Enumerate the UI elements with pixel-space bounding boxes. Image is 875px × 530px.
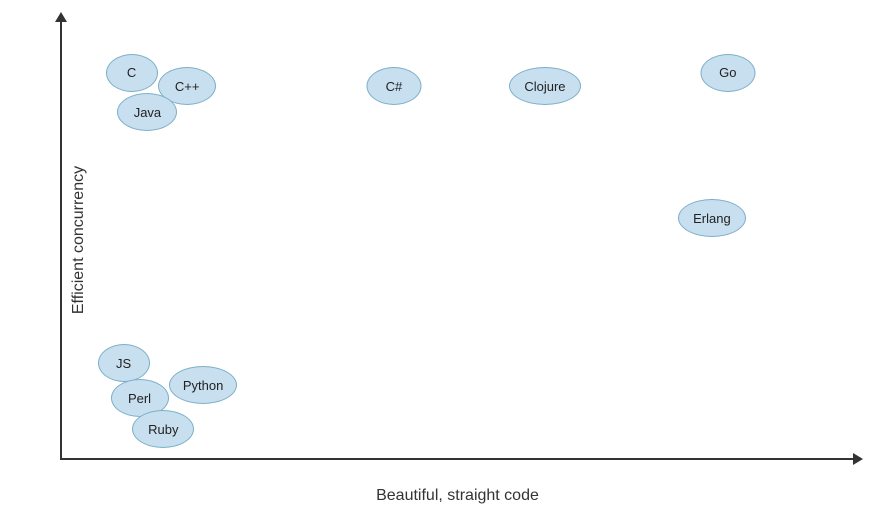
language-bubble-erlang: Erlang	[678, 199, 746, 237]
language-bubble-c: C	[106, 54, 158, 92]
language-bubble-ruby: Ruby	[132, 410, 194, 448]
x-axis	[60, 458, 855, 460]
language-bubble-java: Java	[117, 93, 177, 131]
language-bubble-clojure: Clojure	[509, 67, 581, 105]
language-bubble-csharp: C#	[366, 67, 421, 105]
language-bubble-js: JS	[98, 344, 150, 382]
language-bubble-go: Go	[700, 54, 755, 92]
y-axis-arrow	[55, 12, 67, 22]
x-axis-arrow	[853, 453, 863, 465]
y-axis	[60, 20, 62, 460]
x-axis-label: Beautiful, straight code	[60, 487, 855, 505]
chart-container: Efficient concurrency Beautiful, straigh…	[0, 0, 875, 530]
language-bubble-python: Python	[169, 366, 237, 404]
